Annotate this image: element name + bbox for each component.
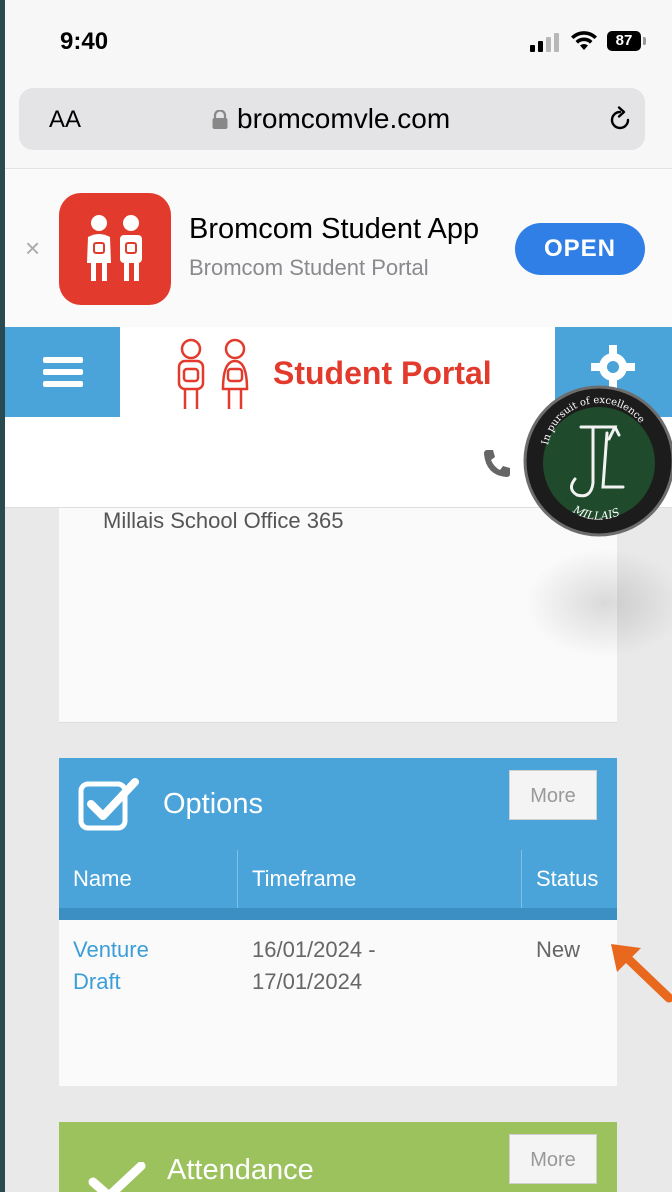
timeframe-line: 17/01/2024 xyxy=(252,969,363,994)
options-header: Options More xyxy=(59,758,617,850)
option-name-line: Draft xyxy=(73,969,121,994)
portal-logo-icon xyxy=(177,338,249,409)
hamburger-menu-button[interactable] xyxy=(5,327,120,417)
column-divider xyxy=(521,850,522,908)
address-bar[interactable]: AA bromcomvle.com xyxy=(19,88,645,150)
options-column-headers: Name Timeframe Status xyxy=(59,850,617,908)
close-icon[interactable]: × xyxy=(25,233,40,264)
app-subtitle: Bromcom Student Portal xyxy=(189,255,429,280)
students-icon xyxy=(87,215,142,281)
checkmark-icon xyxy=(88,1162,146,1192)
portal-title: Student Portal xyxy=(273,355,492,391)
shadow-overlay xyxy=(525,548,672,658)
school-crest-logo: In pursuit of excellence MILLAIS xyxy=(523,385,672,537)
phone-icon[interactable] xyxy=(481,447,513,479)
url-text[interactable]: bromcomvle.com xyxy=(237,103,450,135)
option-name-line: Venture xyxy=(73,937,149,962)
lock-icon xyxy=(212,110,228,129)
text-size-button[interactable]: AA xyxy=(49,106,81,134)
smart-app-banner: × Bromcom Student App Bromcom Student Po… xyxy=(5,168,672,327)
options-more-button[interactable]: More xyxy=(509,770,597,820)
status-bar: 9:40 87 xyxy=(5,0,672,84)
options-title: Options xyxy=(163,788,263,820)
phone-screen: 9:40 87 AA bromcomvle.com × Bromcom Stud… xyxy=(5,0,672,1192)
status-time: 9:40 xyxy=(60,28,109,55)
option-status: New xyxy=(536,937,581,962)
open-app-button[interactable]: OPEN xyxy=(515,223,645,275)
option-name-link[interactable]: Venture Draft xyxy=(73,934,149,998)
attendance-widget: Attendance More xyxy=(59,1122,617,1192)
attendance-more-button[interactable]: More xyxy=(509,1134,597,1184)
battery-indicator: 87 xyxy=(607,31,641,51)
attendance-title: Attendance xyxy=(167,1154,314,1186)
column-header-status[interactable]: Status xyxy=(536,866,598,892)
header-bottom-bar xyxy=(59,908,617,920)
wifi-icon xyxy=(571,31,597,50)
office365-link[interactable]: Millais School Office 365 xyxy=(103,508,344,534)
cellular-signal-icon xyxy=(530,32,562,52)
reload-icon[interactable] xyxy=(605,105,635,135)
app-icon xyxy=(59,193,171,305)
battery-tip xyxy=(643,37,646,45)
options-widget: Options More Name Timeframe Status Ventu… xyxy=(59,758,617,1086)
checkbox-icon xyxy=(78,778,139,831)
timeframe-line: 16/01/2024 - xyxy=(252,937,376,962)
option-timeframe: 16/01/2024 - 17/01/2024 xyxy=(252,934,376,998)
column-header-name[interactable]: Name xyxy=(73,866,132,892)
app-name: Bromcom Student App xyxy=(189,213,480,245)
column-header-timeframe[interactable]: Timeframe xyxy=(252,866,356,892)
dashboard-content: Millais School Office 365 Options More N… xyxy=(5,508,672,1192)
column-divider xyxy=(237,850,238,908)
orange-arrow-icon xyxy=(611,944,672,1003)
